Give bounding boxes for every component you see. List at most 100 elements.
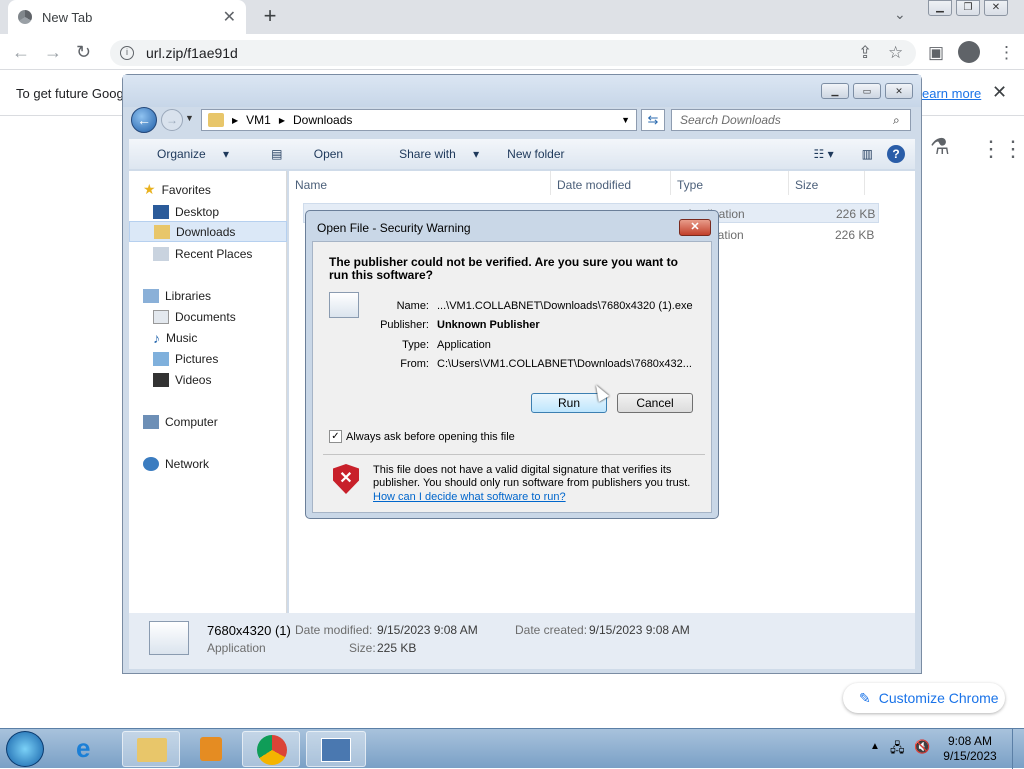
recent-pages-chevron-icon[interactable]: ▼ (185, 113, 194, 123)
details-filename: 7680x4320 (1) (207, 623, 291, 638)
nav-label: Downloads (176, 224, 236, 239)
breadcrumb-sep-icon: ▶ (278, 115, 285, 125)
reload-icon[interactable]: ↻ (76, 42, 91, 63)
breadcrumb-vm1[interactable]: VM1 (246, 113, 271, 127)
explorer-titlebar[interactable] (123, 75, 921, 107)
from-label: From: (400, 358, 429, 370)
column-size-header[interactable]: Size (789, 171, 865, 195)
warning-text: This file does not have a valid digital … (373, 464, 691, 489)
network-tray-icon[interactable]: 🖧 (890, 739, 905, 761)
column-name-header[interactable]: Name (289, 171, 551, 195)
breadcrumb-downloads[interactable]: Downloads (293, 113, 352, 127)
taskbar-explorer[interactable] (122, 731, 180, 767)
explorer-close-button[interactable]: ✕ (885, 83, 913, 99)
bookmark-star-icon[interactable]: ☆ (888, 43, 903, 63)
cancel-button[interactable]: Cancel (617, 393, 693, 413)
refresh-icon[interactable]: ⇆ (641, 109, 665, 131)
nav-recent-places[interactable]: Recent Places (153, 243, 311, 264)
restore-button[interactable]: ❐ (956, 0, 980, 16)
help-link[interactable]: How can I decide what software to run? (373, 491, 566, 503)
nav-computer[interactable]: Computer (143, 411, 301, 432)
labs-flask-icon[interactable]: ⚗ (930, 134, 950, 160)
minimize-button[interactable]: ▁ (928, 0, 952, 16)
vm-window-controls: ▁ ❐ ✕ (928, 0, 1012, 16)
always-ask-checkbox-row[interactable]: ✓ Always ask before opening this file (329, 430, 515, 443)
taskbar-media-player[interactable] (182, 731, 240, 767)
tab-new-tab[interactable]: New Tab ✕ (8, 0, 246, 34)
show-desktop-button[interactable] (1012, 729, 1024, 769)
open-button[interactable]: ▤ Open (243, 147, 371, 161)
nav-music[interactable]: ♪ Music (153, 327, 311, 348)
libraries-icon (143, 288, 159, 303)
forward-button[interactable]: → (161, 109, 183, 131)
side-panel-icon[interactable]: ▣ (928, 43, 944, 63)
media-player-icon (200, 737, 222, 761)
publisher-value: Unknown Publisher (437, 319, 540, 331)
search-downloads-input[interactable]: Search Downloads (671, 109, 911, 131)
nav-favorites[interactable]: ★ Favorites (143, 179, 301, 200)
details-modified: 9/15/2023 9:08 AM (377, 623, 478, 637)
from-value: C:\Users\VM1.COLLABNET\Downloads\7680x43… (437, 358, 692, 370)
new-folder-button[interactable]: New folder (493, 147, 578, 161)
nav-label: Favorites (161, 182, 211, 197)
taskbar-ie[interactable]: e (62, 731, 120, 767)
column-type-header[interactable]: Type (671, 171, 789, 195)
explorer-address-bar[interactable]: ▶ VM1 ▶ Downloads ▼ (201, 109, 637, 131)
share-icon[interactable]: ⇪ (858, 43, 872, 63)
folder-icon (208, 113, 224, 127)
column-date-header[interactable]: Date modified (551, 171, 671, 195)
details-modified-label: Date modified: (295, 623, 373, 637)
explorer-maximize-button[interactable]: ▭ (853, 83, 881, 99)
infobar-learn-more-link[interactable]: earn more (922, 86, 981, 101)
new-tab-button[interactable]: + (258, 4, 282, 30)
help-icon[interactable]: ? (887, 145, 905, 163)
taskbar-clock[interactable]: 9:08 AM 9/15/2023 (940, 734, 1000, 764)
forward-arrow-icon[interactable]: → (44, 42, 62, 63)
organize-button[interactable]: Organize ▾ (129, 147, 243, 161)
views-icon[interactable]: ☷ ▾ (800, 147, 848, 161)
nav-pictures[interactable]: Pictures (153, 348, 311, 369)
tab-title: New Tab (42, 9, 93, 25)
nav-libraries[interactable]: Libraries (143, 285, 301, 306)
close-button[interactable]: ✕ (984, 0, 1008, 16)
security-warning-dialog: Open File - Security Warning ✕ The publi… (305, 210, 719, 519)
address-dropdown-icon[interactable]: ▼ (621, 115, 630, 125)
divider (323, 454, 705, 455)
address-bar[interactable]: i url.zip/f1ae91d (110, 40, 916, 66)
profile-avatar[interactable] (958, 41, 980, 63)
pictures-icon (153, 351, 169, 366)
taskbar-chrome[interactable] (242, 731, 300, 767)
url-text[interactable]: url.zip/f1ae91d (146, 45, 238, 61)
volume-muted-icon[interactable]: 🔇 (914, 739, 930, 755)
search-icon[interactable]: ⌕ (893, 113, 900, 128)
always-ask-checkbox[interactable]: ✓ (329, 430, 342, 443)
close-tab-icon[interactable]: ✕ (223, 7, 236, 27)
details-size-label: Size: (349, 641, 376, 655)
preview-pane-icon[interactable]: ▥ (848, 147, 887, 161)
dialog-close-button[interactable]: ✕ (679, 219, 711, 236)
taskbar-security-dialog[interactable] (306, 731, 366, 767)
site-info-icon[interactable]: i (120, 46, 134, 60)
nav-desktop[interactable]: Desktop (153, 201, 311, 222)
back-button[interactable]: ← (131, 107, 157, 133)
infobar-close-icon[interactable]: ✕ (992, 82, 1007, 103)
share-with-button[interactable]: Share with ▾ (371, 147, 493, 161)
clock-time: 9:08 AM (947, 734, 993, 748)
nav-downloads[interactable]: Downloads (129, 221, 287, 242)
nav-videos[interactable]: Videos (153, 369, 311, 390)
start-button[interactable] (6, 731, 44, 767)
customize-chrome-button[interactable]: ✎ Customize Chrome (843, 683, 1005, 713)
details-type: Application (207, 641, 266, 655)
nav-network[interactable]: Network (143, 453, 301, 474)
apps-grid-icon[interactable]: ⋮⋮ (980, 136, 1024, 162)
nav-documents[interactable]: Documents (153, 306, 311, 327)
organize-label: Organize (157, 147, 206, 161)
command-bar: Organize ▾ ▤ Open Share with ▾ New folde… (129, 139, 915, 169)
menu-kebab-icon[interactable]: ⋮ (998, 43, 1015, 63)
dialog-title[interactable]: Open File - Security Warning (306, 211, 718, 243)
explorer-minimize-button[interactable]: ▁ (821, 83, 849, 99)
tray-expand-icon[interactable]: ▲ (870, 741, 880, 752)
tab-search-chevron-icon[interactable]: ⌄ (894, 6, 906, 23)
back-arrow-icon[interactable]: ← (12, 42, 30, 63)
chrome-icon (18, 10, 32, 24)
